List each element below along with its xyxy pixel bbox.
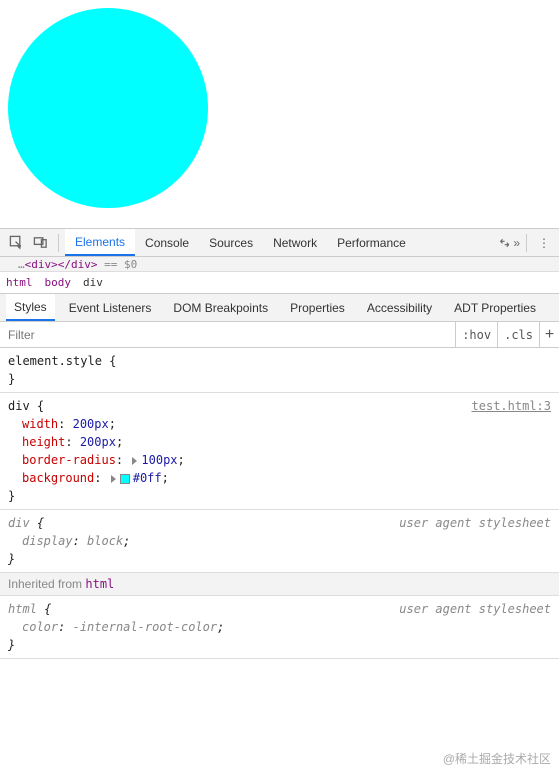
rule-selector[interactable]: div: [8, 516, 30, 530]
demo-circle: [8, 8, 208, 208]
sub-tab-dom-breakpoints[interactable]: DOM Breakpoints: [165, 294, 276, 321]
sub-tab-styles[interactable]: Styles: [6, 294, 55, 321]
rule-source: user agent stylesheet: [399, 600, 551, 618]
css-declaration[interactable]: width: 200px;: [8, 415, 551, 433]
css-declaration[interactable]: color: -internal-root-color;: [8, 618, 551, 636]
sub-tab-accessibility[interactable]: Accessibility: [359, 294, 440, 321]
breadcrumb-div[interactable]: div: [83, 276, 103, 289]
css-declaration[interactable]: background: #0ff;: [8, 469, 551, 487]
page-viewport: [0, 0, 559, 228]
styles-panel: element.style {}test.html:3div {width: 2…: [0, 348, 559, 659]
watermark-text: @稀土掘金技术社区: [443, 750, 551, 767]
expand-icon[interactable]: [132, 457, 137, 465]
more-tabs-icon[interactable]: »: [498, 232, 520, 254]
main-tab-network[interactable]: Network: [263, 229, 327, 256]
main-tab-console[interactable]: Console: [135, 229, 199, 256]
main-tab-performance[interactable]: Performance: [327, 229, 416, 256]
rule-selector[interactable]: html: [8, 602, 37, 616]
new-rule-button[interactable]: +: [539, 322, 559, 347]
css-rule[interactable]: user agent stylesheethtml {color: -inter…: [0, 596, 559, 659]
rule-selector[interactable]: element.style: [8, 354, 102, 368]
hov-toggle[interactable]: :hov: [455, 322, 497, 347]
css-rule[interactable]: user agent stylesheetdiv {display: block…: [0, 510, 559, 573]
devtools-toolbar: ElementsConsoleSourcesNetworkPerformance…: [0, 229, 559, 257]
color-swatch[interactable]: [120, 474, 130, 484]
styles-sub-tabs: StylesEvent ListenersDOM BreakpointsProp…: [0, 294, 559, 322]
css-declaration[interactable]: display: block;: [8, 532, 551, 550]
styles-filter-row: :hov .cls +: [0, 322, 559, 348]
sub-tab-adt-properties[interactable]: ADT Properties: [446, 294, 544, 321]
rule-selector[interactable]: div: [8, 399, 30, 413]
rule-source[interactable]: test.html:3: [472, 397, 551, 415]
styles-filter-input[interactable]: [0, 322, 455, 347]
devtools-panel: ElementsConsoleSourcesNetworkPerformance…: [0, 228, 559, 659]
expand-icon[interactable]: [111, 475, 116, 483]
inherited-from-tag[interactable]: html: [85, 577, 114, 591]
main-tab-sources[interactable]: Sources: [199, 229, 263, 256]
dom-breadcrumb: html bodydiv: [0, 272, 559, 294]
breadcrumb-body[interactable]: body: [45, 276, 72, 289]
toolbar-separator: [526, 234, 527, 252]
inherited-header: Inherited from html: [0, 573, 559, 596]
css-declaration[interactable]: border-radius: 100px;: [8, 451, 551, 469]
dom-preview-line[interactable]: …<div></div> == $0: [0, 257, 559, 272]
css-rule[interactable]: test.html:3div {width: 200px;height: 200…: [0, 393, 559, 510]
css-declaration[interactable]: height: 200px;: [8, 433, 551, 451]
rule-source: user agent stylesheet: [399, 514, 551, 532]
toolbar-separator: [58, 234, 59, 252]
cls-toggle[interactable]: .cls: [497, 322, 539, 347]
device-toggle-icon[interactable]: [28, 231, 52, 255]
main-tab-elements[interactable]: Elements: [65, 229, 135, 256]
main-tabs: ElementsConsoleSourcesNetworkPerformance: [65, 229, 416, 256]
css-rule[interactable]: element.style {}: [0, 348, 559, 393]
sub-tab-properties[interactable]: Properties: [282, 294, 353, 321]
element-picker-icon[interactable]: [4, 231, 28, 255]
breadcrumb-html[interactable]: html: [6, 276, 33, 289]
sub-tab-event-listeners[interactable]: Event Listeners: [61, 294, 160, 321]
kebab-menu-icon[interactable]: ⋮: [533, 232, 555, 254]
